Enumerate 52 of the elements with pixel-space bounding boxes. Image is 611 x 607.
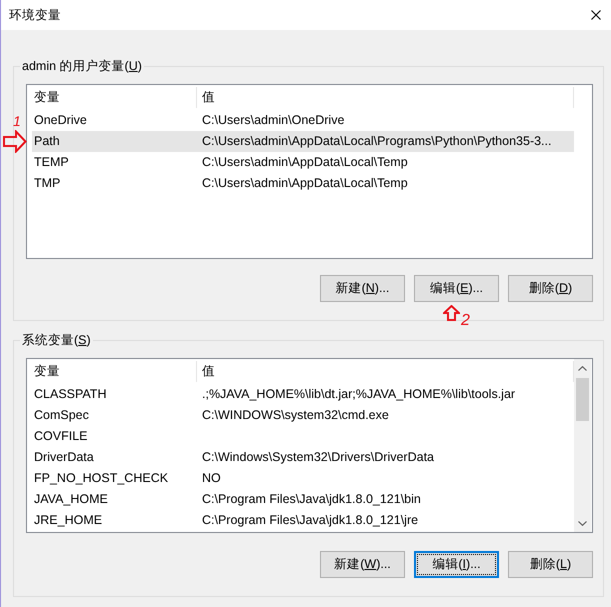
variable-value: C:\Program Files\Java\jdk1.8.0_121\jre — [202, 512, 420, 529]
list-row[interactable]: ComSpec C:\WINDOWS\system32\cmd.exe — [32, 405, 574, 426]
annotation-number: 1 — [13, 114, 21, 128]
action-button[interactable]: 编辑(I)... — [414, 551, 499, 578]
list-row[interactable]: JAVA_HOME C:\Program Files\Java\jdk1.8.0_121\bin — [32, 489, 574, 510]
variable-name: JAVA_HOME — [34, 491, 109, 508]
variable-name: JRE_HOME — [34, 512, 104, 529]
list-row[interactable]: FP_NO_HOST_CHECK NO — [32, 468, 574, 489]
action-button[interactable]: 删除(D) — [508, 275, 593, 302]
variable-name: ComSpec — [34, 407, 90, 424]
variable-name: DriverData — [34, 449, 95, 466]
scrollbar-thumb[interactable] — [576, 378, 589, 421]
up-arrow-icon — [443, 305, 460, 321]
list-row[interactable]: DriverData C:\Windows\System32\Drivers\DriverData — [32, 447, 574, 468]
list-row[interactable]: CLASSPATH .;%JAVA_HOME%\lib\dt.jar;%JAVA_HOME%\lib\tools.jar — [32, 384, 574, 405]
variable-name: CLASSPATH — [34, 386, 108, 403]
chevron-up-icon[interactable] — [578, 366, 587, 371]
action-button[interactable]: 新建(N)... — [320, 275, 405, 302]
chevron-down-icon[interactable] — [578, 521, 587, 526]
close-icon — [591, 10, 601, 20]
window-title: 环境变量 — [9, 6, 61, 24]
list-row[interactable]: TMP C:\Users\admin\AppData\Local\Temp — [32, 173, 574, 194]
variable-name: Path — [34, 133, 61, 150]
variable-value: C:\Windows\System32\Drivers\DriverData — [202, 449, 435, 466]
list-row[interactable]: TEMP C:\Users\admin\AppData\Local\Temp — [32, 152, 574, 173]
list-row[interactable]: OneDrive C:\Users\admin\OneDrive — [32, 110, 574, 131]
variable-value: C:\Users\admin\AppData\Local\Programs\Python\Python35-3... — [202, 133, 552, 150]
action-button[interactable]: 新建(W)... — [320, 551, 405, 578]
variable-value: C:\WINDOWS\system32\cmd.exe — [202, 407, 390, 424]
column-header[interactable]: 值 — [197, 87, 574, 108]
variable-name: COVFILE — [34, 428, 88, 445]
column-header[interactable]: 变量 — [27, 361, 197, 382]
variable-name: TEMP — [34, 154, 70, 171]
variable-name: TMP — [34, 175, 62, 192]
variable-name: FP_NO_HOST_CHECK — [34, 470, 170, 487]
right-arrow-icon — [3, 130, 27, 153]
action-button[interactable]: 编辑(E)... — [414, 275, 499, 302]
action-button[interactable]: 删除(L) — [508, 551, 593, 578]
list-row[interactable]: COVFILE — [32, 426, 574, 447]
variable-value: NO — [202, 470, 222, 487]
variable-value: C:\Users\admin\AppData\Local\Temp — [202, 154, 409, 171]
group-label: admin 的用户变量(U) — [21, 58, 143, 74]
variable-value: C:\Users\admin\AppData\Local\Temp — [202, 175, 409, 192]
list-row[interactable]: Path C:\Users\admin\AppData\Local\Programs\Python\Python35-3... — [32, 131, 574, 152]
variable-value: .;%JAVA_HOME%\lib\dt.jar;%JAVA_HOME%\lib\tools.jar — [202, 386, 516, 403]
list-row[interactable]: JRE_HOME C:\Program Files\Java\jdk1.8.0_121\jre — [32, 510, 574, 531]
column-header[interactable]: 变量 — [27, 87, 197, 108]
variable-value: C:\Users\admin\OneDrive — [202, 112, 346, 129]
variable-name: OneDrive — [34, 112, 88, 129]
group-label: 系统变量(S) — [21, 332, 92, 348]
variable-value: C:\Program Files\Java\jdk1.8.0_121\bin — [202, 491, 422, 508]
annotation-number: 2 — [461, 313, 470, 329]
